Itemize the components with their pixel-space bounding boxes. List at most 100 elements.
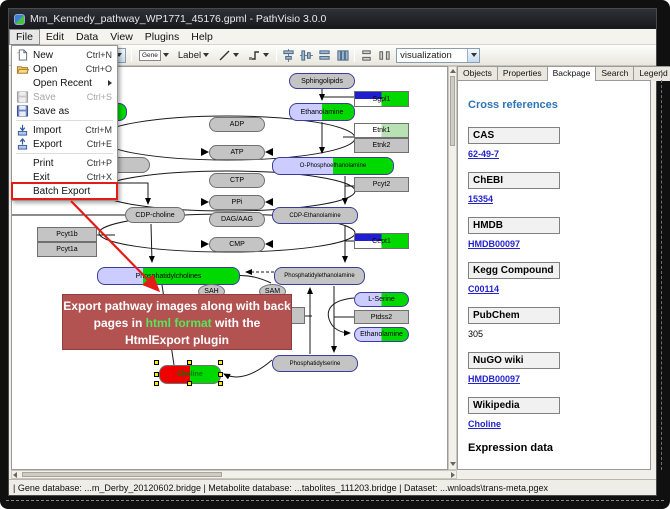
menu-item-save-as[interactable]: Save as — [13, 104, 116, 118]
window-title: Mm_Kennedy_pathway_WP1771_45176.gpml - P… — [30, 13, 326, 25]
menu-separator — [16, 120, 113, 121]
tab-legend[interactable]: Legend — [633, 66, 670, 81]
visualization-dropdown-icon[interactable] — [467, 49, 479, 62]
node-sgpl1[interactable]: Sgpl1 — [354, 91, 409, 107]
canvas-vertical-scrollbar[interactable] — [448, 66, 457, 470]
menu-item-import[interactable]: ImportCtrl+M — [13, 123, 116, 137]
menu-data[interactable]: Data — [70, 30, 104, 44]
node-pcyt1a[interactable]: Pcyt1a — [37, 242, 97, 257]
node-cept1[interactable]: Cept1 — [354, 233, 409, 249]
toolbar-separator — [276, 48, 277, 62]
link-wikipedia[interactable]: Choline — [468, 419, 640, 429]
expression-data-header: Expression data — [468, 442, 640, 454]
tab-backpage[interactable]: Backpage — [547, 66, 597, 81]
link-nugo[interactable]: HMDB00097 — [468, 374, 640, 384]
chevron-down-icon — [163, 53, 169, 57]
node-atp[interactable]: ATP — [209, 145, 265, 160]
node-phosphatidylcholines[interactable]: Phosphatidylcholines — [97, 267, 240, 285]
canvas-horizontal-scrollbar[interactable] — [11, 470, 457, 479]
connector-tool-button[interactable] — [246, 48, 271, 63]
link-cas[interactable]: 62-49-7 — [468, 149, 640, 159]
menu-separator — [16, 153, 113, 154]
menu-item-exit[interactable]: ExitCtrl+X — [13, 170, 116, 184]
node-cmp[interactable]: CMP — [209, 237, 265, 252]
selection-handle[interactable] — [187, 360, 192, 365]
menu-edit[interactable]: Edit — [40, 30, 70, 44]
visualization-combobox[interactable]: visualization — [396, 48, 480, 63]
section-header-pubchem: PubChem — [468, 307, 560, 324]
status-text: | Gene database: ...m_Derby_20120602.bri… — [13, 483, 548, 493]
align-center-x-button[interactable] — [282, 49, 295, 62]
scroll-down-icon[interactable] — [450, 462, 456, 466]
selection-handle[interactable] — [154, 360, 159, 365]
node-phosphatidylethanolamine[interactable]: Phosphatidylethanolamine — [274, 267, 365, 285]
selection-handle[interactable] — [218, 360, 223, 365]
node-ctp[interactable]: CTP — [209, 173, 265, 188]
chevron-down-icon — [203, 53, 209, 57]
node-pcyt2[interactable]: Pcyt2 — [354, 177, 409, 192]
scroll-up-icon[interactable] — [450, 69, 456, 73]
node-etnk1[interactable]: Etnk1 — [354, 123, 409, 138]
gene-node-icon: Gene — [139, 50, 161, 61]
horizontal-scroll-thumb[interactable] — [22, 472, 222, 477]
menu-file[interactable]: File — [9, 29, 40, 45]
menu-view[interactable]: View — [104, 30, 139, 44]
tab-search[interactable]: Search — [595, 66, 634, 81]
align-center-y-button[interactable] — [300, 49, 313, 62]
node-ptdss2[interactable]: Ptdss2 — [354, 310, 409, 324]
node-dag-aag[interactable]: DAG/AAG — [209, 212, 265, 227]
menu-plugins[interactable]: Plugins — [139, 30, 185, 44]
menu-item-export[interactable]: ExportCtrl+E — [13, 137, 116, 151]
node-adp[interactable]: ADP — [209, 117, 265, 132]
node-ppi[interactable]: PPi — [209, 195, 265, 210]
selection-handle[interactable] — [218, 372, 223, 377]
node-ethanolamine[interactable]: Ethanolamine — [289, 103, 355, 121]
label-tool-text: Label — [178, 50, 201, 61]
datanode-tool-button[interactable]: Gene — [137, 49, 171, 62]
menu-item-new[interactable]: NewCtrl+N — [13, 48, 116, 62]
common-width-button[interactable] — [318, 49, 331, 62]
node-cdp-ethanolamine[interactable]: CDP-Ethanolamine — [272, 207, 358, 224]
tab-properties[interactable]: Properties — [497, 66, 548, 81]
label-tool-button[interactable]: Label — [176, 49, 211, 62]
vertical-scroll-thumb[interactable] — [450, 76, 455, 146]
backpage-panel: Cross references CAS 62-49-7 ChEBI 15354… — [457, 80, 651, 470]
node-phosphatidylserine[interactable]: Phosphatidylserine — [272, 355, 358, 372]
node-ethanolamine-lower[interactable]: Ethanolamine — [354, 327, 409, 342]
node-pcyt1b[interactable]: Pcyt1b — [37, 227, 97, 242]
node-o-phosphoethanolamine[interactable]: O-Phosphoethanolamine — [272, 157, 394, 175]
menu-item-print[interactable]: PrintCtrl+P — [13, 156, 116, 170]
section-header-kegg: Kegg Compound — [468, 262, 560, 279]
menu-item-open-recent[interactable]: Open Recent — [13, 76, 116, 90]
toolbar-separator — [354, 48, 355, 62]
save-icon — [16, 91, 29, 103]
scroll-right-icon[interactable] — [451, 472, 455, 478]
chevron-down-icon — [263, 53, 269, 57]
link-chebi[interactable]: 15354 — [468, 194, 640, 204]
node-sphingolipids[interactable]: Sphingolipids — [289, 73, 355, 89]
menu-help[interactable]: Help — [185, 30, 219, 44]
line-tool-button[interactable] — [216, 48, 241, 63]
tab-objects[interactable]: Objects — [457, 66, 498, 81]
selection-handle[interactable] — [187, 381, 192, 386]
node-cdp-choline[interactable]: CDP-choline — [125, 207, 185, 223]
stack-horizontal-button[interactable] — [378, 49, 391, 62]
node-etnk2[interactable]: Etnk2 — [354, 138, 409, 153]
empty-icon-slot — [16, 171, 29, 183]
scroll-left-icon[interactable] — [13, 472, 17, 478]
link-kegg[interactable]: C00114 — [468, 284, 640, 294]
link-hmdb[interactable]: HMDB00097 — [468, 239, 640, 249]
selection-handle[interactable] — [218, 381, 223, 386]
stack-vertical-button[interactable] — [360, 49, 373, 62]
common-height-button[interactable] — [336, 49, 349, 62]
section-header-wikipedia: Wikipedia — [468, 397, 560, 414]
selection-handle[interactable] — [154, 381, 159, 386]
file-menu-dropdown: NewCtrl+N OpenCtrl+O Open Recent SaveCtr… — [11, 45, 118, 201]
menu-item-open[interactable]: OpenCtrl+O — [13, 62, 116, 76]
selection-handle[interactable] — [154, 372, 159, 377]
title-bar[interactable]: Mm_Kennedy_pathway_WP1771_45176.gpml - P… — [9, 9, 656, 29]
menu-item-save[interactable]: SaveCtrl+S — [13, 90, 116, 104]
node-l-serine[interactable]: L-Serine — [354, 292, 409, 307]
menu-item-batch-export[interactable]: Batch Export — [13, 184, 116, 198]
app-icon — [14, 14, 25, 25]
